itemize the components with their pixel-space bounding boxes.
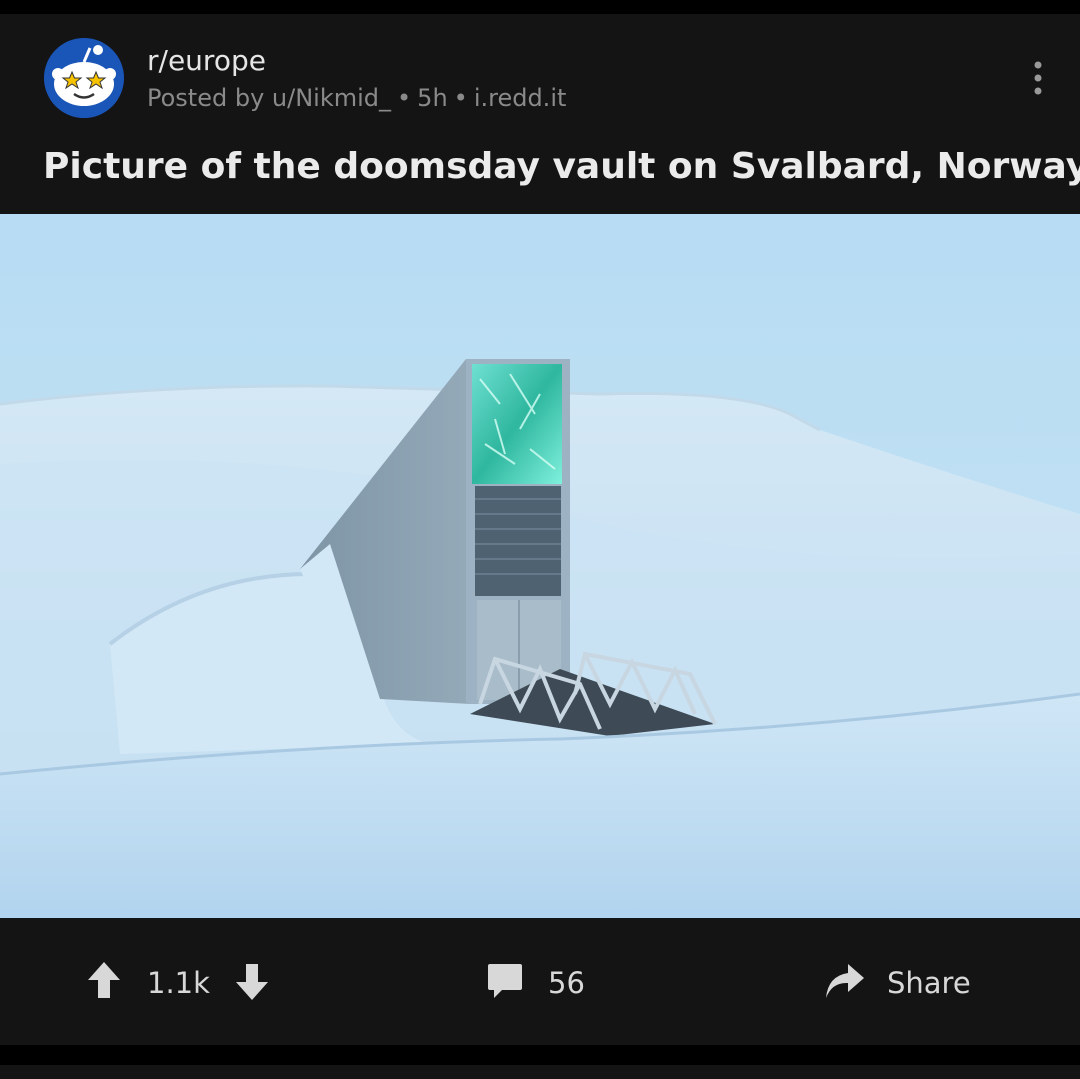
meta-separator: • xyxy=(453,84,468,112)
comment-count[interactable]: 56 xyxy=(548,966,585,1000)
post-title[interactable]: Picture of the doomsday vault on Svalbar… xyxy=(43,146,1080,187)
subreddit-avatar-icon[interactable] xyxy=(44,38,124,118)
post-image[interactable] xyxy=(0,214,1080,918)
posted-by[interactable]: Posted by u/Nikmid_ xyxy=(147,84,391,112)
post-card: r/europe Posted by u/Nikmid_ • 5h • i.redd.i… xyxy=(0,14,1080,1045)
downvote-arrow-icon[interactable] xyxy=(234,962,270,1006)
upvote-arrow-icon[interactable] xyxy=(86,960,122,1004)
next-post-edge xyxy=(0,1065,1080,1079)
post-domain[interactable]: i.redd.it xyxy=(474,84,567,112)
meta-separator: • xyxy=(397,84,412,112)
post-age: 5h xyxy=(417,84,448,112)
share-button[interactable]: Share xyxy=(887,966,971,1000)
feed-separator xyxy=(0,1045,1080,1065)
subreddit-name[interactable]: r/europe xyxy=(147,44,266,77)
vote-score: 1.1k xyxy=(147,966,210,1000)
more-options-icon[interactable] xyxy=(1024,58,1052,98)
share-arrow-icon[interactable] xyxy=(822,960,866,1006)
post-action-bar: 1.1k 56 Share xyxy=(0,918,1080,1045)
comment-bubble-icon[interactable] xyxy=(486,962,524,1006)
post-meta: Posted by u/Nikmid_ • 5h • i.redd.it xyxy=(147,84,566,112)
